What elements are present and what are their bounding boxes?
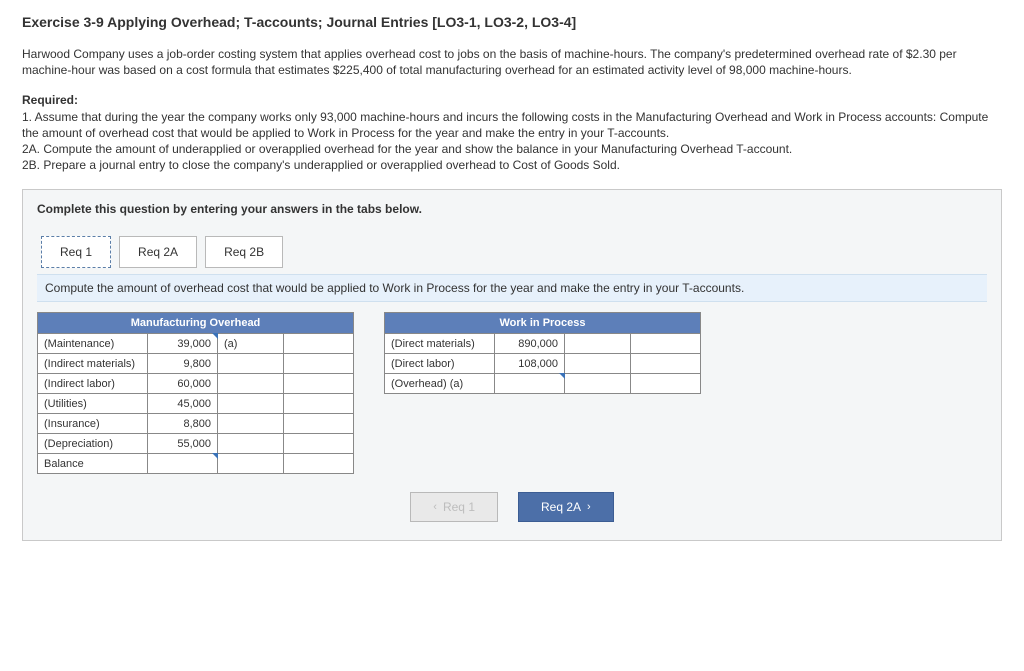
mo-credit-label xyxy=(218,454,284,474)
mo-credit-cell[interactable] xyxy=(284,374,354,394)
mo-credit-cell[interactable] xyxy=(284,454,354,474)
required-label: Required: xyxy=(22,92,1002,108)
wip-credit-label xyxy=(565,334,631,354)
next-button-label: Req 2A xyxy=(541,500,581,514)
answer-panel: Complete this question by entering your … xyxy=(22,189,1002,541)
tab-req2a[interactable]: Req 2A xyxy=(119,236,197,268)
panel-instruction: Complete this question by entering your … xyxy=(37,202,987,216)
chevron-left-icon: ‹ xyxy=(433,501,437,513)
table-row: (Insurance) 8,800 xyxy=(38,414,354,434)
prev-button-label: Req 1 xyxy=(443,500,475,514)
wip-credit-cell[interactable] xyxy=(631,374,701,394)
required-item-2b: 2B. Prepare a journal entry to close the… xyxy=(22,157,1002,173)
prev-button[interactable]: ‹ Req 1 xyxy=(410,492,498,522)
wip-header: Work in Process xyxy=(385,313,701,334)
wip-row-label: (Overhead) (a) xyxy=(385,374,495,394)
chevron-right-icon: › xyxy=(587,501,591,513)
mo-credit-label xyxy=(218,434,284,454)
mo-credit-label xyxy=(218,394,284,414)
mo-credit-label: (a) xyxy=(218,334,284,354)
mo-debit-cell[interactable]: 45,000 xyxy=(148,394,218,414)
mo-header: Manufacturing Overhead xyxy=(38,313,354,334)
mo-row-label: (Utilities) xyxy=(38,394,148,414)
mo-credit-cell[interactable] xyxy=(284,334,354,354)
tab-req2b[interactable]: Req 2B xyxy=(205,236,283,268)
table-row: (Indirect labor) 60,000 xyxy=(38,374,354,394)
tabs: Req 1 Req 2A Req 2B xyxy=(37,236,987,268)
mo-credit-cell[interactable] xyxy=(284,354,354,374)
table-row: (Direct materials) 890,000 xyxy=(385,334,701,354)
mo-row-label: (Maintenance) xyxy=(38,334,148,354)
mo-debit-cell[interactable] xyxy=(148,454,218,474)
table-row: (Depreciation) 55,000 xyxy=(38,434,354,454)
next-button[interactable]: Req 2A › xyxy=(518,492,614,522)
wip-credit-cell[interactable] xyxy=(631,334,701,354)
nav-buttons: ‹ Req 1 Req 2A › xyxy=(37,492,987,522)
wip-credit-label xyxy=(565,354,631,374)
mo-row-label: (Insurance) xyxy=(38,414,148,434)
page-title: Exercise 3-9 Applying Overhead; T-accoun… xyxy=(22,14,1002,30)
required-item-1: 1. Assume that during the year the compa… xyxy=(22,109,1002,141)
sub-instruction: Compute the amount of overhead cost that… xyxy=(37,274,987,302)
table-row: (Indirect materials) 9,800 xyxy=(38,354,354,374)
mo-debit-cell[interactable]: 39,000 xyxy=(148,334,218,354)
mo-debit-cell[interactable]: 9,800 xyxy=(148,354,218,374)
wip-row-label: (Direct materials) xyxy=(385,334,495,354)
mo-row-label: (Indirect materials) xyxy=(38,354,148,374)
mo-credit-label xyxy=(218,414,284,434)
mo-debit-cell[interactable]: 55,000 xyxy=(148,434,218,454)
mo-credit-label xyxy=(218,354,284,374)
tab-req1[interactable]: Req 1 xyxy=(41,236,111,268)
required-item-2a: 2A. Compute the amount of underapplied o… xyxy=(22,141,1002,157)
wip-credit-label xyxy=(565,374,631,394)
wip-debit-cell[interactable]: 108,000 xyxy=(495,354,565,374)
work-in-process-table: Work in Process (Direct materials) 890,0… xyxy=(384,312,701,394)
wip-debit-cell[interactable] xyxy=(495,374,565,394)
wip-credit-cell[interactable] xyxy=(631,354,701,374)
mo-row-label: (Indirect labor) xyxy=(38,374,148,394)
table-row: (Utilities) 45,000 xyxy=(38,394,354,414)
mo-debit-cell[interactable]: 60,000 xyxy=(148,374,218,394)
manufacturing-overhead-table: Manufacturing Overhead (Maintenance) 39,… xyxy=(37,312,354,474)
mo-row-label: Balance xyxy=(38,454,148,474)
mo-credit-label xyxy=(218,374,284,394)
table-row: Balance xyxy=(38,454,354,474)
intro-text: Harwood Company uses a job-order costing… xyxy=(22,46,1002,78)
wip-debit-cell[interactable]: 890,000 xyxy=(495,334,565,354)
table-row: (Maintenance) 39,000 (a) xyxy=(38,334,354,354)
mo-credit-cell[interactable] xyxy=(284,434,354,454)
mo-credit-cell[interactable] xyxy=(284,394,354,414)
mo-debit-cell[interactable]: 8,800 xyxy=(148,414,218,434)
required-block: Required: 1. Assume that during the year… xyxy=(22,92,1002,173)
wip-row-label: (Direct labor) xyxy=(385,354,495,374)
mo-row-label: (Depreciation) xyxy=(38,434,148,454)
mo-credit-cell[interactable] xyxy=(284,414,354,434)
table-row: (Overhead) (a) xyxy=(385,374,701,394)
t-accounts-row: Manufacturing Overhead (Maintenance) 39,… xyxy=(37,312,987,474)
table-row: (Direct labor) 108,000 xyxy=(385,354,701,374)
